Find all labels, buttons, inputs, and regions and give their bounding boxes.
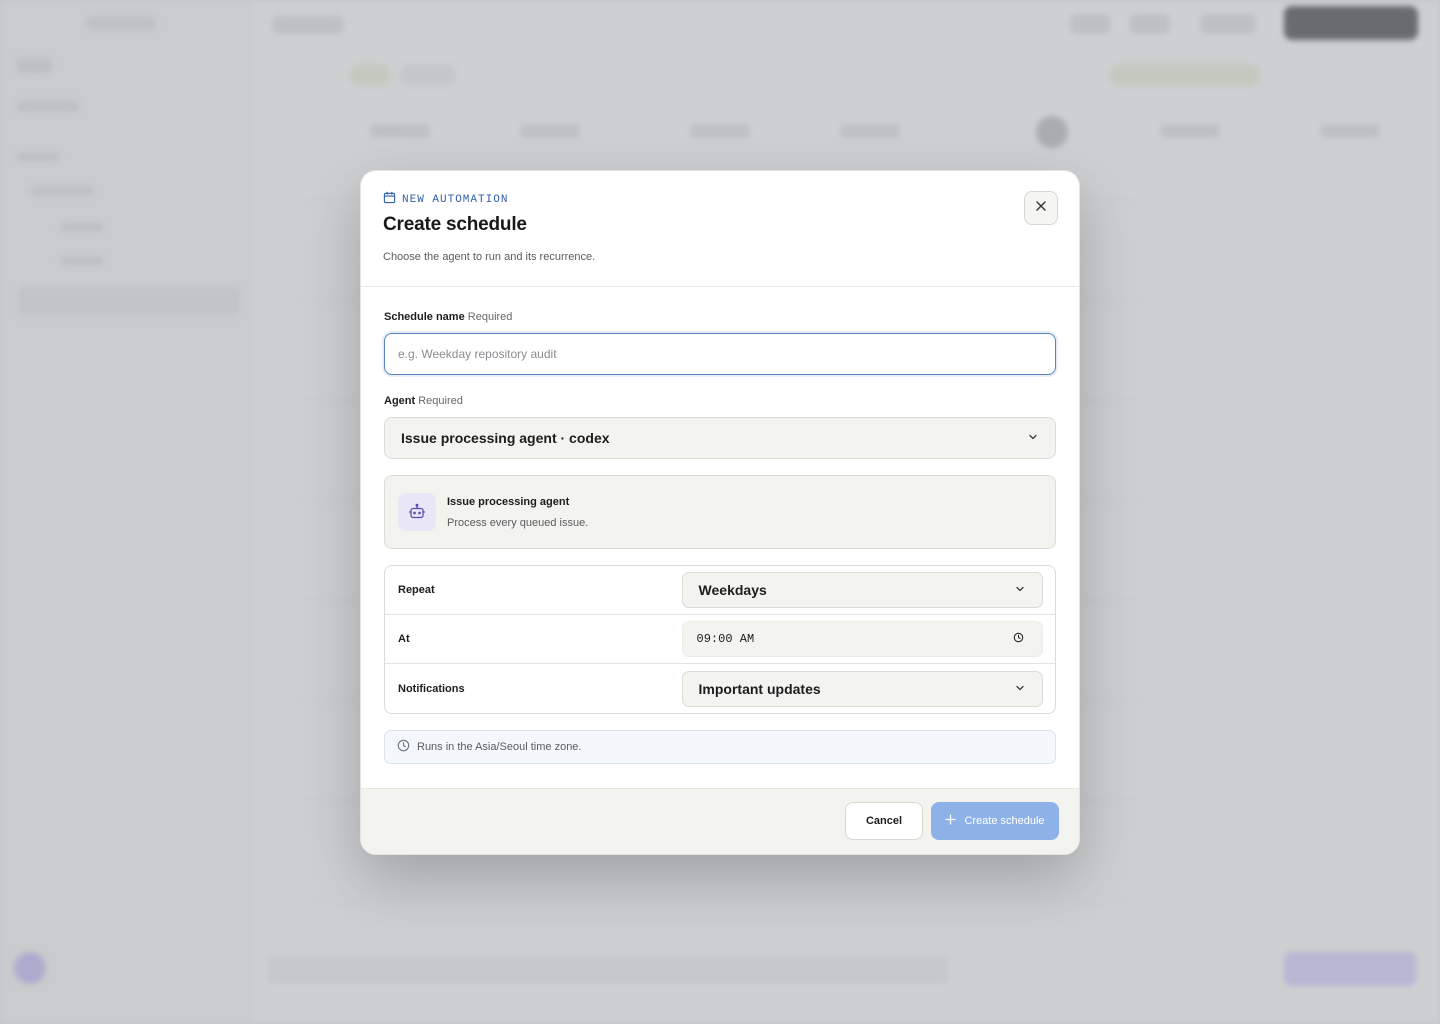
plus-icon	[945, 814, 957, 828]
clock-icon[interactable]	[1013, 632, 1024, 647]
agent-label-text: Agent	[384, 395, 416, 407]
at-row: At 09:00 AM	[385, 615, 1055, 664]
timezone-note: Runs in the Asia/Seoul time zone.	[384, 730, 1056, 764]
schedule-name-input[interactable]	[384, 333, 1056, 375]
repeat-row: Repeat Weekdays	[385, 566, 1055, 615]
close-button[interactable]	[1024, 191, 1058, 225]
repeat-select[interactable]: Weekdays	[681, 572, 1043, 608]
notifications-row: Notifications Important updates	[385, 664, 1055, 713]
notifications-select[interactable]: Important updates	[681, 670, 1043, 707]
required-indicator: Required	[467, 311, 513, 323]
dialog-footer: Cancel Create schedule	[361, 788, 1079, 854]
dialog-subtitle: Choose the agent to run and its recurren…	[383, 251, 596, 263]
eyebrow-label: NEW AUTOMATION	[402, 193, 509, 206]
clock-icon	[397, 739, 417, 755]
agent-label: Agent Required	[384, 395, 1056, 407]
repeat-label: Repeat	[398, 584, 435, 596]
dialog-header: NEW AUTOMATION Create schedule Choose th…	[361, 171, 1079, 287]
agent-select-value: Issue processing agent · codex	[401, 430, 610, 446]
dialog-body: Schedule name Required Agent Required Is…	[361, 287, 1079, 764]
create-schedule-label: Create schedule	[964, 815, 1045, 827]
dialog-eyebrow: NEW AUTOMATION	[383, 191, 1057, 208]
timezone-text: Runs in the Asia/Seoul time zone.	[417, 741, 582, 753]
required-indicator: Required	[418, 395, 463, 407]
agent-summary-card: Issue processing agent Process every que…	[384, 475, 1056, 549]
repeat-value: Weekdays	[698, 582, 767, 598]
agent-name: Issue processing agent	[447, 495, 570, 508]
chevron-down-icon	[1027, 430, 1039, 446]
robot-icon	[398, 493, 436, 531]
create-schedule-button[interactable]: Create schedule	[931, 802, 1059, 840]
close-icon	[1034, 199, 1048, 218]
chevron-down-icon	[1014, 681, 1026, 697]
create-schedule-dialog: NEW AUTOMATION Create schedule Choose th…	[360, 170, 1080, 855]
at-label: At	[398, 633, 410, 645]
schedule-name-label-text: Schedule name	[384, 311, 465, 323]
notifications-value: Important updates	[698, 680, 821, 697]
time-value: 09:00 AM	[696, 632, 755, 646]
cancel-button[interactable]: Cancel	[845, 802, 923, 840]
chevron-down-icon	[1014, 582, 1026, 598]
notifications-label: Notifications	[398, 682, 465, 695]
agent-description: Process every queued issue.	[447, 516, 589, 529]
time-input[interactable]: 09:00 AM	[681, 621, 1043, 657]
dialog-title: Create schedule	[383, 214, 527, 235]
agent-summary-text: Issue processing agent Process every que…	[447, 496, 588, 529]
schedule-name-label: Schedule name Required	[384, 311, 1056, 323]
agent-select[interactable]: Issue processing agent · codex	[384, 417, 1056, 459]
schedule-settings-grid: Repeat Weekdays At 09:00 AM Notification…	[384, 565, 1056, 714]
calendar-icon	[383, 191, 396, 208]
